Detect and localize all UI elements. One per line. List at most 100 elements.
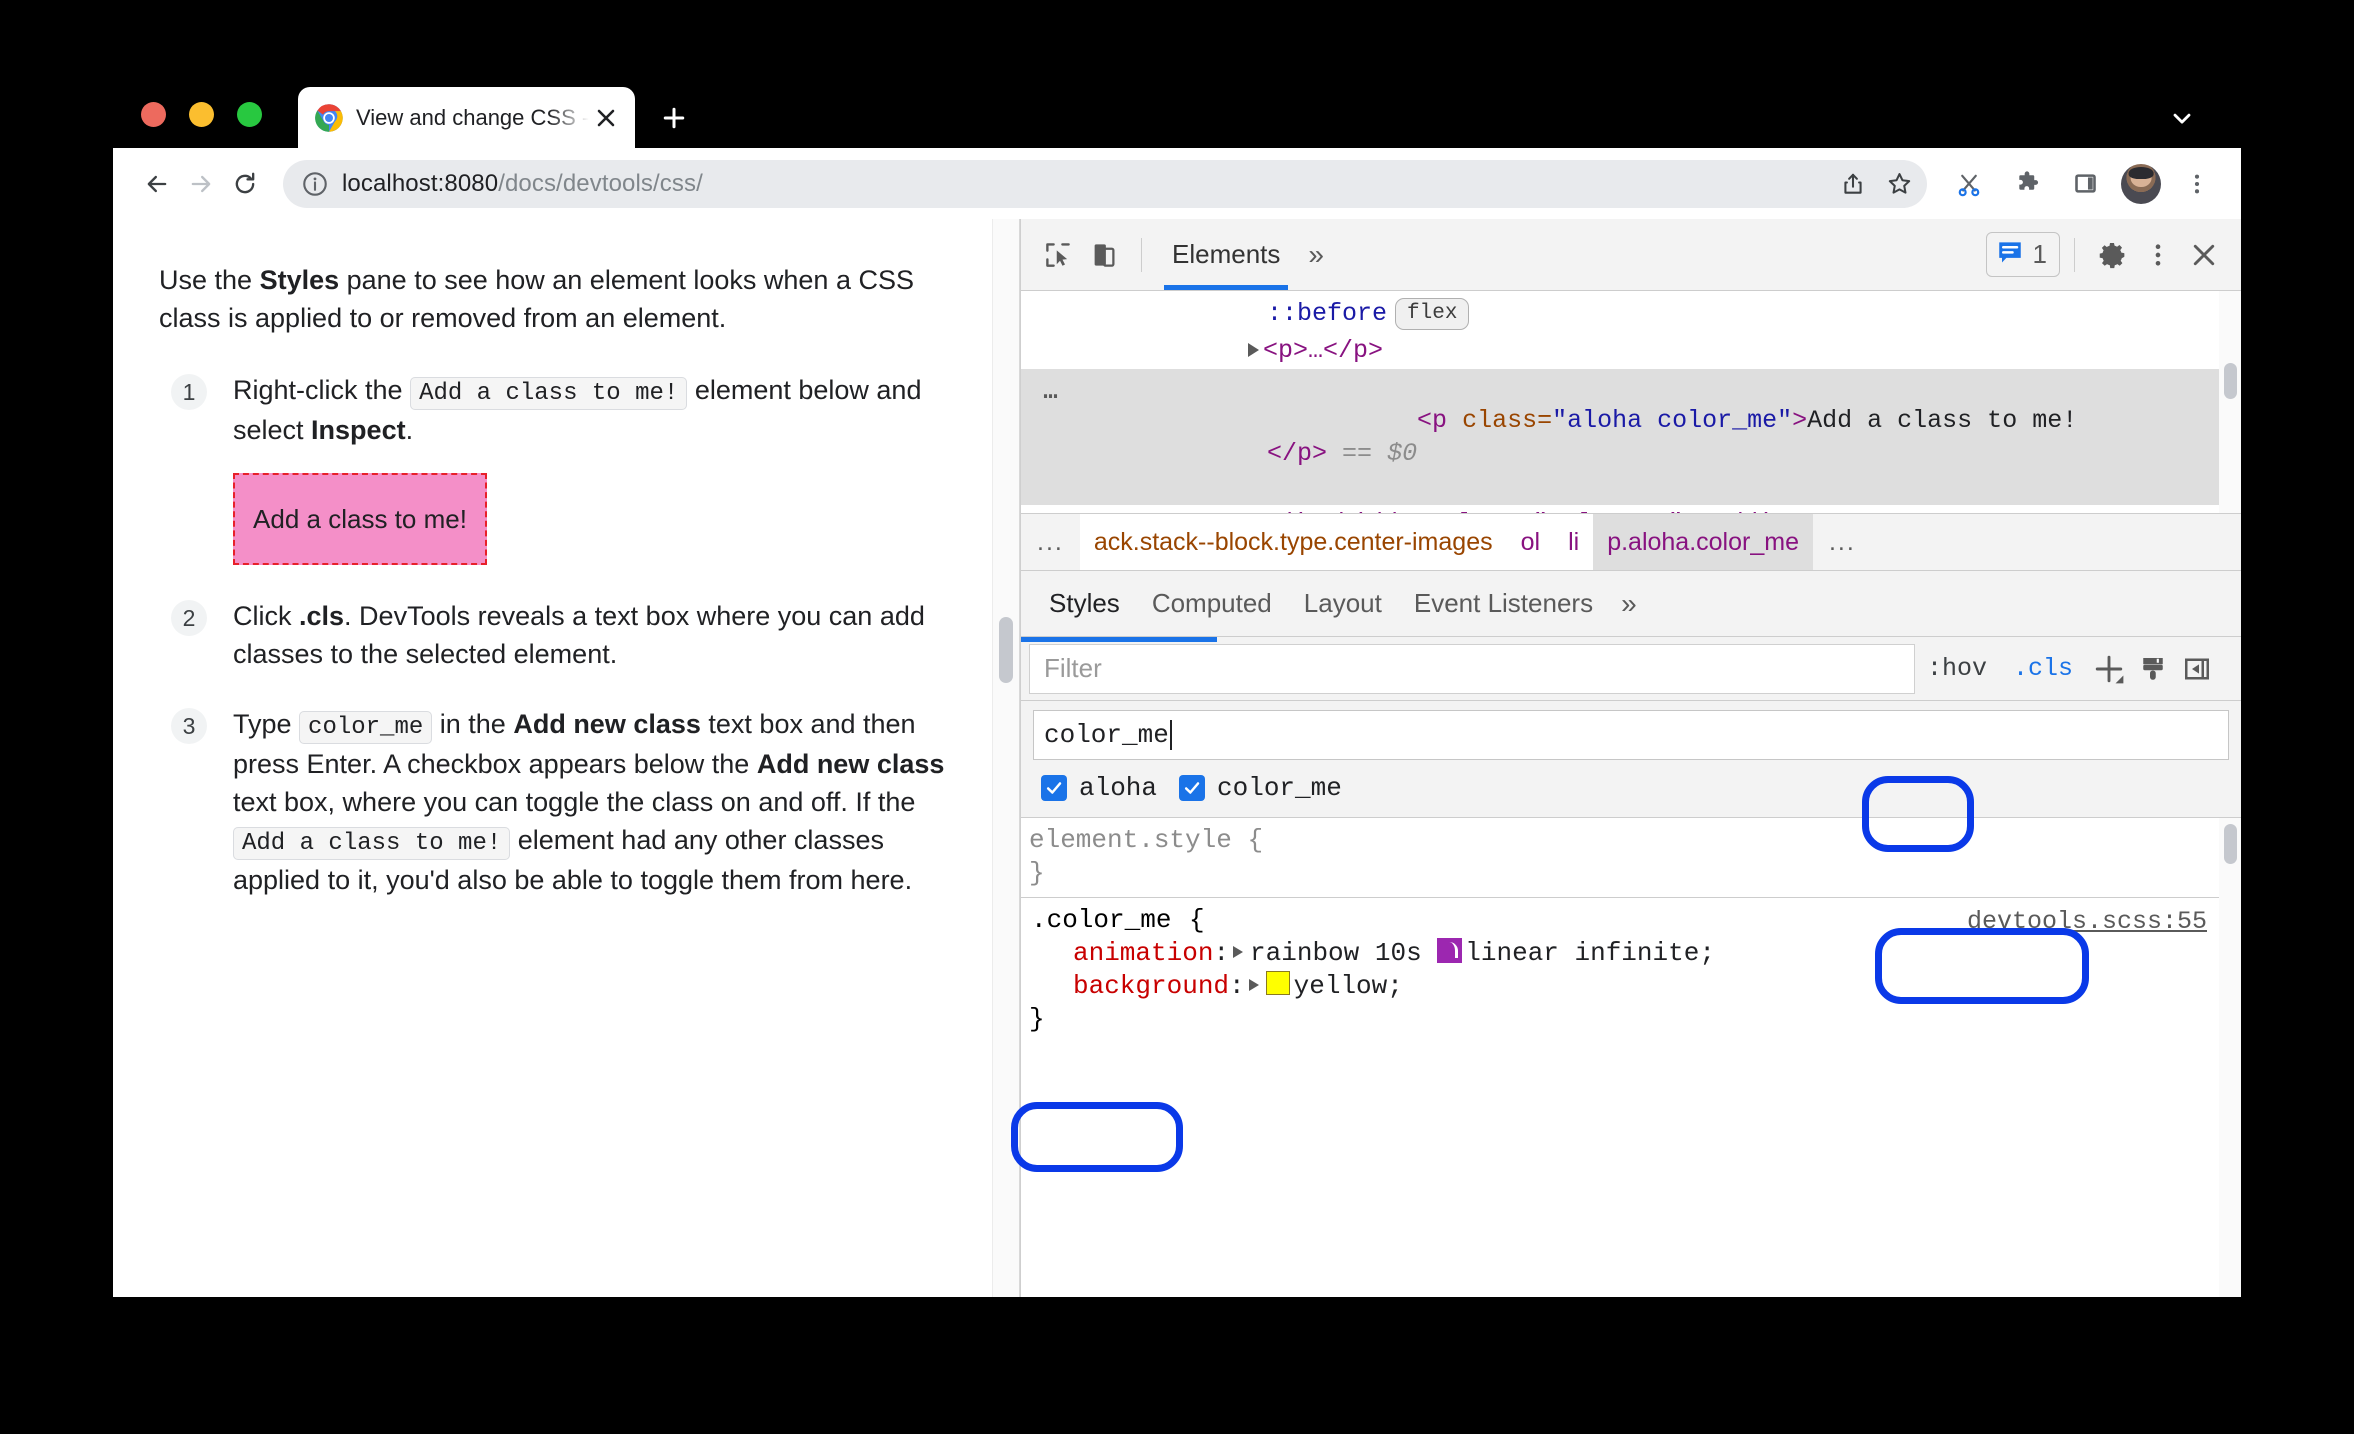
add-new-class-value: color_me	[1044, 720, 1169, 750]
avatar[interactable]	[2121, 163, 2161, 204]
url-text: localhost:8080/docs/devtools/css/	[342, 170, 1823, 198]
css-rules-scrollbar[interactable]	[2219, 818, 2241, 1297]
dom-tree[interactable]: ::before flex <p>…</p> ⋯ <p class="aloha c…	[1021, 291, 2241, 513]
stylesheet-source-link[interactable]: _devtools.scss:55	[1952, 906, 2207, 938]
forward-arrow-icon[interactable]	[179, 162, 223, 206]
dom-attr-value[interactable]: "aloha color_me"	[1552, 406, 1792, 435]
scissors-icon[interactable]	[1947, 162, 1991, 206]
checkbox-aloha[interactable]	[1041, 775, 1067, 801]
css-value-post[interactable]: linear infinite;	[1465, 938, 1715, 968]
device-toolbar-icon[interactable]	[1081, 232, 1127, 278]
hov-button[interactable]: :hov	[1915, 654, 1999, 683]
add-new-class-input[interactable]: color_me	[1033, 710, 2229, 760]
message-counter-button[interactable]: 1	[1985, 232, 2060, 277]
browser-tab[interactable]: View and change CSS - Chrome	[298, 87, 635, 148]
breadcrumb: ... ack.stack--block.type.center-images …	[1021, 513, 2241, 571]
three-dot-menu-icon[interactable]	[2175, 162, 2219, 206]
dom-row[interactable]: <p>…</p>	[1021, 332, 2241, 369]
color-swatch-icon[interactable]	[1265, 971, 1290, 996]
dom-tree-scrollbar-thumb[interactable]	[2224, 363, 2237, 399]
step2-bold: .cls	[299, 601, 345, 632]
dom-row[interactable]: ::before flex	[1021, 295, 2241, 332]
css-rule-color-me[interactable]: _devtools.scss:55 .color_me { animation:…	[1021, 896, 2241, 1043]
reload-icon[interactable]	[223, 162, 267, 206]
filter-input[interactable]: Filter	[1029, 643, 1915, 694]
class-chip-aloha[interactable]: aloha	[1035, 771, 1163, 805]
dom-attr-name[interactable]: class	[1462, 406, 1537, 435]
flex-badge[interactable]: flex	[1395, 298, 1470, 330]
three-dot-menu-icon[interactable]	[2135, 232, 2181, 278]
expand-shorthand-icon[interactable]	[1233, 945, 1244, 958]
devtools-panel: Elements » 1::before flex <p>…</p> ⋯ <p…	[1020, 219, 2241, 1297]
gear-icon[interactable]	[2089, 232, 2135, 278]
step3-bold-2: Add new class	[756, 748, 945, 779]
tab-styles[interactable]: Styles	[1033, 588, 1136, 619]
back-arrow-icon[interactable]	[135, 162, 179, 206]
dom-tag-close: </p>	[1267, 439, 1328, 468]
css-rule-element-style[interactable]: element.style { }	[1021, 818, 2241, 897]
breadcrumb-overflow-left[interactable]: ...	[1021, 514, 1080, 570]
css-property-name[interactable]: animation	[1029, 938, 1213, 968]
chevrons-right-icon[interactable]: »	[1296, 239, 1336, 271]
easing-curve-icon[interactable]	[1437, 937, 1463, 963]
breadcrumb-item-ol[interactable]: ol	[1506, 514, 1555, 570]
css-declaration-background[interactable]: background: yellow;	[1029, 970, 2211, 1003]
dom-text-node[interactable]: Add a class to me!	[1807, 406, 2077, 435]
breadcrumb-overflow-right[interactable]: ...	[1813, 514, 1872, 570]
breadcrumb-item-p-selected[interactable]: p.aloha.color_me	[1593, 514, 1813, 570]
chevron-down-icon[interactable]	[2161, 97, 2203, 139]
tab-layout[interactable]: Layout	[1288, 588, 1398, 619]
rule-selector[interactable]: .color_me	[1029, 904, 1173, 937]
tab-event-listeners[interactable]: Event Listeners	[1398, 588, 1609, 619]
tab-elements[interactable]: Elements	[1156, 219, 1296, 290]
dom-row-selected[interactable]: ⋯ <p class="aloha color_me">Add a class t…	[1021, 369, 2241, 505]
new-tab-button[interactable]	[653, 97, 695, 139]
css-declaration-animation[interactable]: animation: rainbow 10s linear infinite;	[1029, 937, 2211, 970]
close-icon[interactable]	[2181, 232, 2227, 278]
checkbox-color-me[interactable]	[1179, 775, 1206, 801]
page-scrollbar-thumb[interactable]	[999, 617, 1013, 683]
share-icon[interactable]	[1831, 162, 1875, 206]
rule-close-brace: }	[1029, 1004, 1045, 1035]
breadcrumb-item-li[interactable]: li	[1554, 514, 1594, 570]
side-panel-icon[interactable]	[2063, 162, 2107, 206]
inspect-element-icon[interactable]	[1035, 232, 1081, 278]
maximize-window-button[interactable]	[237, 102, 262, 127]
demo-box-label: Add a class to me!	[253, 503, 467, 534]
puzzle-piece-icon[interactable]	[2005, 162, 2049, 206]
step3-text-1: Type	[233, 709, 300, 740]
list-item: Type color_me in the Add new class text …	[159, 705, 949, 899]
breadcrumb-item-stack[interactable]: ack.stack--block.type.center-images	[1079, 514, 1507, 570]
address-bar[interactable]: localhost:8080/docs/devtools/css/	[283, 159, 1927, 208]
info-circle-icon[interactable]	[301, 170, 329, 198]
expand-triangle-icon[interactable]	[1248, 343, 1259, 358]
css-value[interactable]: yellow;	[1294, 971, 1403, 1001]
dom-node-collapsed-div: <div hidden class="color_me">…</div>	[1263, 509, 1803, 513]
cls-button[interactable]: .cls	[2003, 652, 2083, 685]
page-scrollbar[interactable]	[992, 219, 1019, 1297]
css-property-name[interactable]: background	[1029, 971, 1229, 1001]
rule-selector[interactable]: element.style	[1029, 825, 1232, 855]
toolbar-divider	[1141, 237, 1142, 272]
plus-icon[interactable]	[2087, 647, 2131, 691]
tab-computed[interactable]: Computed	[1136, 588, 1288, 619]
chevrons-right-icon[interactable]: »	[1609, 588, 1649, 620]
css-rules-scrollbar-thumb[interactable]	[2224, 824, 2237, 864]
browser-toolbar: localhost:8080/docs/devtools/css/	[113, 148, 2241, 219]
dom-node-collapsed: <p>…</p>	[1263, 336, 1384, 365]
content-area: Use the Styles pane to see how an elemen…	[113, 219, 2241, 1297]
paintbrush-icon[interactable]	[2131, 647, 2175, 691]
dom-row[interactable]: <div hidden class="color_me">…</div>	[1021, 505, 2241, 513]
expand-shorthand-icon[interactable]	[1248, 979, 1259, 992]
node-badge-dots[interactable]: ⋯	[1043, 381, 1060, 414]
toggle-sidebar-icon[interactable]	[2175, 647, 2219, 691]
close-icon[interactable]	[591, 103, 621, 133]
css-rules-pane[interactable]: element.style { } _devtools.scss:55 .col…	[1021, 818, 2241, 1297]
minimize-window-button[interactable]	[189, 102, 214, 127]
star-icon[interactable]	[1877, 162, 1921, 206]
text-caret	[1169, 720, 1172, 750]
class-chip-color-me[interactable]: color_me	[1173, 771, 1348, 805]
demo-target-element[interactable]: Add a class to me!	[233, 473, 487, 566]
close-window-button[interactable]	[141, 102, 166, 127]
dom-tree-scrollbar[interactable]	[2219, 291, 2241, 513]
